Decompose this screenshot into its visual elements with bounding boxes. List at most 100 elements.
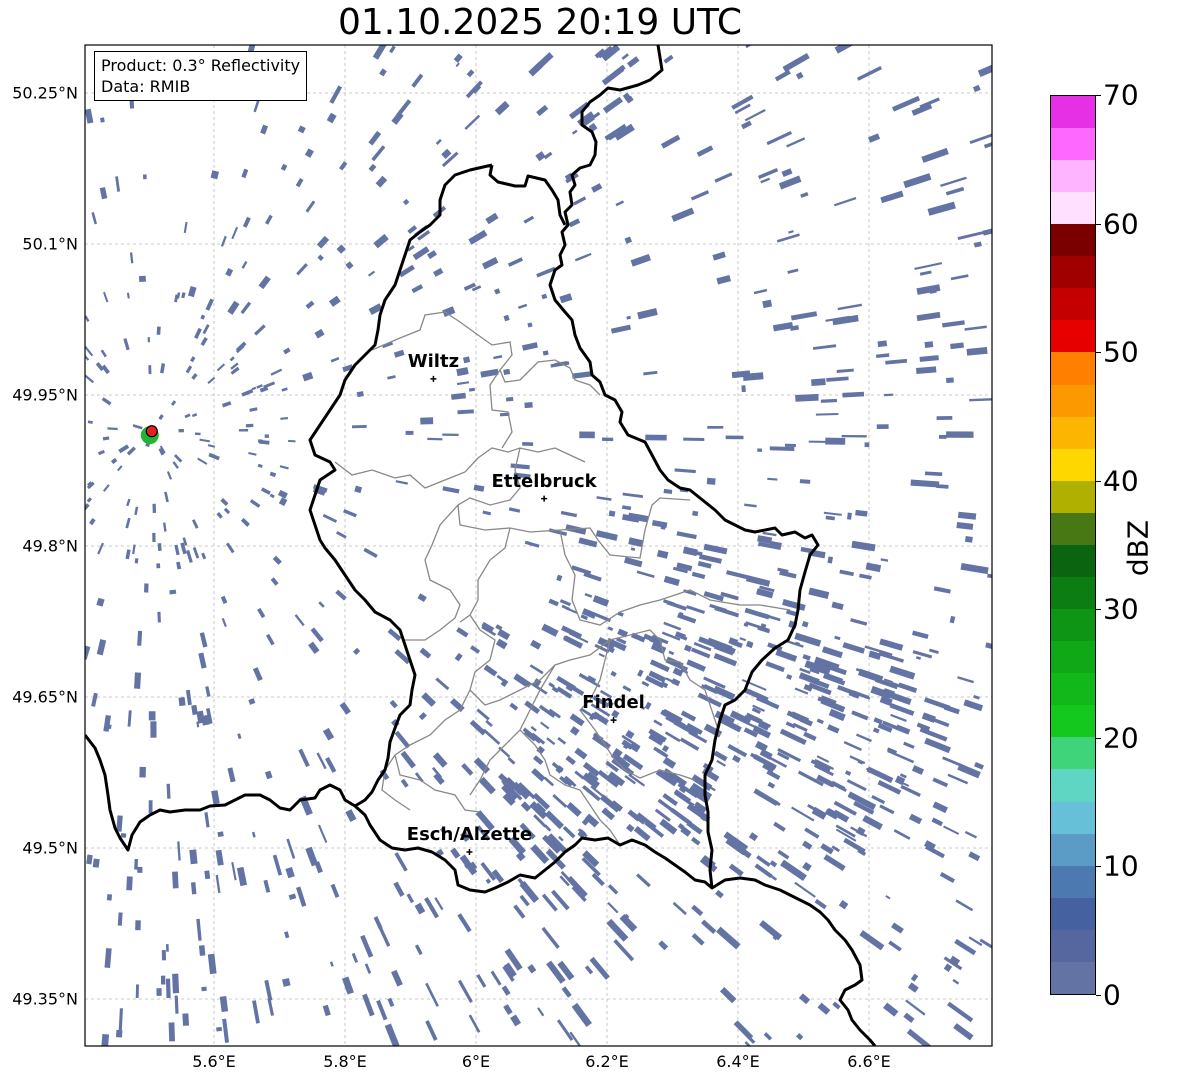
echo-cell bbox=[945, 186, 965, 196]
colorbar-segment bbox=[1051, 641, 1095, 674]
echo-cell bbox=[533, 755, 544, 766]
colorbar-segment bbox=[1051, 448, 1095, 481]
echo-cell bbox=[680, 710, 697, 722]
echo-cell bbox=[556, 574, 563, 582]
echo-cell bbox=[781, 168, 793, 178]
echo-cell bbox=[679, 737, 700, 751]
lat-tick-label: 49.95°N bbox=[12, 385, 78, 405]
echo-cell bbox=[524, 540, 540, 548]
echo-cell bbox=[103, 291, 109, 303]
echo-cell bbox=[269, 493, 275, 499]
echo-cell bbox=[478, 776, 496, 795]
echo-cell bbox=[656, 549, 669, 559]
lat-tick-label: 50.1°N bbox=[22, 234, 78, 254]
echo-cell bbox=[690, 836, 701, 846]
echo-cell bbox=[799, 479, 811, 484]
lat-tick-label: 49.35°N bbox=[12, 989, 78, 1009]
echo-cell bbox=[910, 479, 940, 488]
echo-cell bbox=[482, 510, 492, 516]
echo-cell bbox=[921, 147, 949, 163]
echo-cell bbox=[450, 847, 461, 859]
echo-cell bbox=[148, 800, 153, 814]
echo-cell bbox=[185, 689, 192, 706]
echo-cell bbox=[264, 979, 273, 1001]
echo-cell bbox=[932, 801, 948, 814]
echo-cell bbox=[485, 212, 499, 225]
colorbar-tick-label: 70 bbox=[1103, 78, 1139, 112]
echo-cell bbox=[163, 522, 167, 532]
echo-cell bbox=[92, 858, 100, 868]
echo-cell bbox=[565, 755, 576, 766]
echo-cell bbox=[540, 721, 550, 730]
echo-cell bbox=[851, 710, 869, 721]
echo-cell bbox=[928, 648, 939, 654]
echo-cell bbox=[691, 571, 706, 580]
echo-cell bbox=[434, 897, 444, 911]
echo-cell bbox=[836, 368, 854, 373]
echo-cell bbox=[871, 794, 886, 805]
colorbar-segment bbox=[1051, 127, 1095, 160]
echo-cell bbox=[432, 752, 448, 768]
echo-cell bbox=[947, 1001, 974, 1023]
colorbar-segment bbox=[1051, 384, 1095, 417]
echo-cell bbox=[280, 417, 289, 420]
echo-cell bbox=[579, 431, 595, 439]
city-label: Esch/Alzette bbox=[406, 824, 533, 846]
echo-cell bbox=[754, 740, 768, 752]
echo-cell bbox=[748, 832, 759, 842]
echo-cell bbox=[950, 342, 964, 350]
echo-cell bbox=[831, 601, 844, 610]
echo-cell bbox=[510, 463, 530, 470]
echo-cell bbox=[766, 130, 793, 146]
echo-cell bbox=[156, 326, 161, 335]
echo-cell bbox=[880, 190, 904, 204]
echo-cell bbox=[645, 434, 667, 441]
echo-cell bbox=[137, 630, 143, 646]
echo-cell bbox=[85, 346, 94, 357]
echo-cell bbox=[808, 440, 826, 443]
colorbar-segment bbox=[1051, 159, 1095, 193]
echo-cell bbox=[683, 437, 705, 441]
echo-cell bbox=[843, 740, 862, 751]
echo-cell bbox=[568, 218, 581, 228]
lon-tick-label: 6.4°E bbox=[716, 1052, 760, 1071]
echo-cell bbox=[864, 442, 870, 448]
echo-cell bbox=[776, 233, 800, 243]
echo-cell bbox=[494, 100, 510, 116]
echo-cell bbox=[877, 340, 888, 348]
echo-cell bbox=[221, 401, 232, 408]
echo-cell bbox=[576, 254, 588, 261]
echo-cell bbox=[185, 365, 193, 374]
echo-cell bbox=[964, 830, 977, 839]
colorbar-segment bbox=[1051, 320, 1095, 353]
echo-cell bbox=[559, 293, 573, 304]
echo-cell bbox=[636, 873, 651, 888]
echo-cell bbox=[86, 497, 92, 503]
echo-cell bbox=[231, 862, 237, 881]
city-marker bbox=[541, 495, 548, 502]
echo-cell bbox=[903, 173, 932, 189]
echo-cell bbox=[947, 773, 969, 785]
echo-cell bbox=[856, 66, 882, 81]
echo-cell bbox=[257, 607, 266, 619]
echo-cell bbox=[537, 1007, 545, 1017]
echo-cell bbox=[391, 969, 403, 987]
colorbar-segment bbox=[1051, 705, 1095, 738]
echo-cell bbox=[308, 641, 320, 654]
echo-cell bbox=[85, 374, 95, 384]
echo-cell bbox=[322, 727, 335, 741]
echo-cell bbox=[295, 177, 304, 188]
echo-cell bbox=[788, 230, 794, 234]
echo-cell bbox=[527, 964, 537, 974]
echo-cell bbox=[573, 196, 587, 206]
echo-cell bbox=[411, 73, 424, 88]
echo-cell bbox=[626, 315, 631, 320]
colorbar-segment bbox=[1051, 288, 1095, 321]
echo-cell bbox=[282, 977, 291, 987]
echo-cell bbox=[946, 377, 954, 384]
echo-cell bbox=[753, 288, 768, 295]
echo-cell bbox=[633, 825, 651, 842]
echo-cell bbox=[503, 1004, 513, 1015]
echo-cell bbox=[903, 1012, 915, 1023]
echo-cell bbox=[672, 901, 687, 916]
